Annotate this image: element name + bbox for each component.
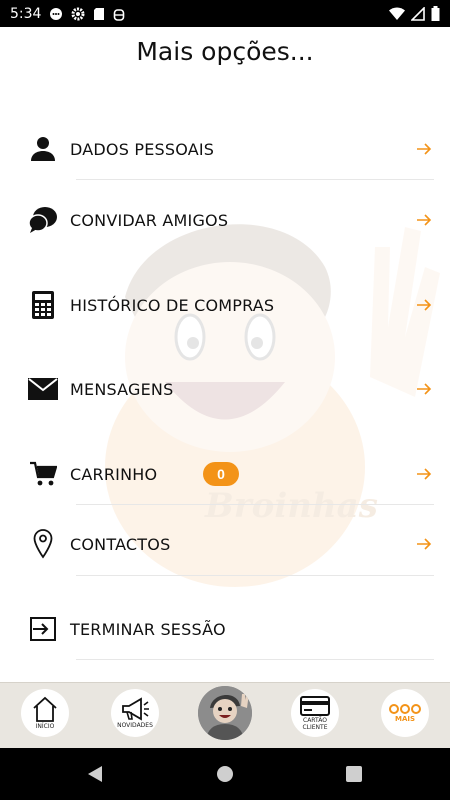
more-dots-icon (389, 704, 421, 714)
envelope-icon (28, 374, 58, 404)
home-icon (33, 696, 57, 722)
menu-item-carrinho[interactable]: CARRINHO 0 (0, 444, 450, 504)
logout-icon (28, 614, 58, 644)
calculator-icon (28, 290, 58, 320)
cart-count-badge: 0 (203, 462, 239, 486)
sd-card-icon (94, 7, 105, 20)
location-pin-icon (28, 529, 58, 559)
menu-item-label: CONVIDAR AMIGOS (70, 210, 229, 230)
notification-chat-icon (50, 7, 63, 20)
home-circle-icon[interactable] (216, 765, 234, 783)
menu-item-historico-de-compras[interactable]: HISTÓRICO DE COMPRAS (0, 275, 450, 335)
menu-item-label: HISTÓRICO DE COMPRAS (70, 295, 275, 315)
main-content: Broinhas Mais opções... DADOS PESSOAIS C… (0, 27, 450, 682)
arrow-right-icon (417, 143, 432, 155)
menu-item-label: CARRINHO (70, 464, 158, 484)
wifi-icon (389, 7, 405, 20)
credit-card-icon (300, 695, 330, 716)
menu-item-convidar-amigos[interactable]: CONVIDAR AMIGOS (0, 190, 450, 250)
arrow-right-icon (417, 383, 432, 395)
mascot-avatar-icon (198, 686, 252, 740)
nav-label: INÍCIO (35, 723, 55, 730)
bottom-nav: INÍCIO NOVIDADES CARTÃO CLIENTE MAIS (0, 682, 450, 748)
menu-item-dados-pessoais[interactable]: DADOS PESSOAIS (0, 119, 450, 179)
megaphone-icon (122, 697, 149, 721)
nav-novidades[interactable]: NOVIDADES (111, 689, 159, 737)
nav-inicio[interactable]: INÍCIO (21, 689, 69, 737)
menu-item-label: MENSAGENS (70, 379, 174, 399)
nav-label: CLIENTE (302, 723, 328, 731)
nav-label: CARTÃO (303, 716, 327, 724)
menu-item-mensagens[interactable]: MENSAGENS (0, 359, 450, 419)
menu-divider (76, 575, 434, 576)
menu-item-terminar-sessao[interactable]: TERMINAR SESSÃO (0, 599, 450, 659)
system-nav-bar (0, 748, 450, 800)
menu-item-contactos[interactable]: CONTACTOS (0, 514, 450, 574)
menu-item-label: TERMINAR SESSÃO (70, 619, 226, 639)
signal-icon (411, 6, 425, 21)
nav-mais[interactable]: MAIS (381, 689, 429, 737)
menu-item-label: DADOS PESSOAIS (70, 139, 215, 159)
settings-gear-icon (71, 7, 85, 20)
arrow-right-icon (417, 299, 432, 311)
menu-divider (76, 659, 434, 660)
menu-item-label: CONTACTOS (70, 534, 171, 554)
chat-bubbles-icon (28, 205, 58, 235)
recents-icon[interactable] (346, 766, 362, 782)
menu-divider (76, 504, 434, 505)
page-title: Mais opções... (136, 37, 314, 66)
arrow-right-icon (417, 214, 432, 226)
nav-label: MAIS (394, 715, 416, 723)
arrow-right-icon (417, 468, 432, 480)
android-debug-icon (114, 8, 125, 21)
menu-divider (76, 179, 434, 180)
nav-mascot-avatar[interactable] (198, 686, 252, 740)
nav-label: NOVIDADES (117, 722, 153, 729)
arrow-right-icon (417, 538, 432, 550)
status-bar: 5:34 (0, 0, 450, 27)
cart-icon (28, 459, 58, 489)
nav-cartao-cliente[interactable]: CARTÃO CLIENTE (291, 689, 339, 737)
battery-icon (431, 6, 440, 21)
person-icon (28, 134, 58, 164)
back-icon[interactable] (86, 765, 104, 783)
status-time: 5:34 (10, 5, 42, 22)
